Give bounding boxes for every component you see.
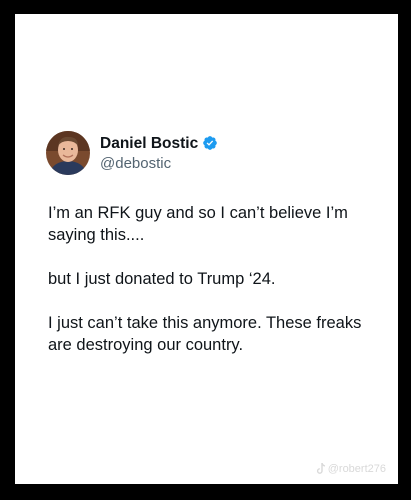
tweet-author: Daniel Bostic @debostic xyxy=(46,131,218,175)
verified-badge-icon xyxy=(202,135,218,151)
user-handle[interactable]: @debostic xyxy=(100,154,218,173)
tiktok-icon xyxy=(316,462,326,475)
watermark-text: @robert276 xyxy=(327,463,386,475)
display-name[interactable]: Daniel Bostic xyxy=(100,134,198,153)
author-names: Daniel Bostic @debostic xyxy=(100,134,218,173)
tweet-paragraph: but I just donated to Trump ‘24. xyxy=(48,270,276,288)
tweet-screenshot-card: Daniel Bostic @debostic I’m an RFK guy a… xyxy=(15,14,398,484)
display-name-row: Daniel Bostic xyxy=(100,134,218,153)
tiktok-watermark: @robert276 xyxy=(316,462,386,475)
tweet-paragraph: I’m an RFK guy and so I can’t believe I’… xyxy=(48,204,348,244)
tweet-paragraph: I just can’t take this anymore. These fr… xyxy=(48,314,362,354)
tweet-text: I’m an RFK guy and so I can’t believe I’… xyxy=(48,202,383,378)
avatar[interactable] xyxy=(46,131,90,175)
